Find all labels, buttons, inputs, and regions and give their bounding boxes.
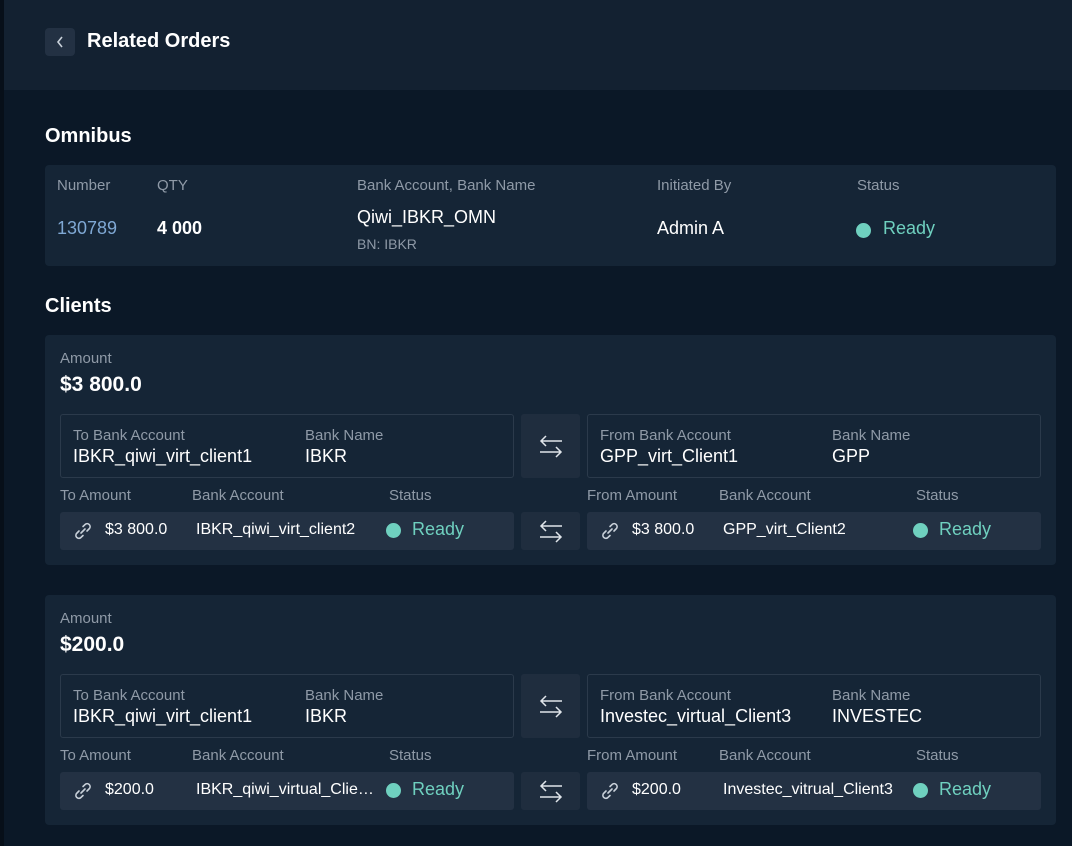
link-icon[interactable] (599, 521, 621, 546)
to-bank-name-label: Bank Name (305, 687, 384, 704)
initiated-by-value: Admin A (657, 218, 725, 238)
from-status-label: Status (916, 747, 959, 764)
amount-label: Amount (60, 610, 112, 627)
from-status-badge: Ready (939, 519, 992, 539)
number-header: Number (57, 177, 111, 194)
initiated-header: Initiated By (657, 177, 732, 194)
swap-button[interactable] (521, 772, 580, 810)
swap-arrows-icon (539, 520, 562, 543)
status-dot-icon (386, 523, 401, 538)
from-bank-name-value: INVESTEC (832, 706, 923, 726)
to-bank-account-label: To Bank Account (73, 427, 185, 444)
from-bank-name-value: GPP (832, 446, 871, 466)
to-amount-value: $200.0 (105, 781, 154, 798)
from-order-row: $3 800.0 GPP_virt_Client2 Ready (587, 512, 1041, 550)
qty-header: QTY (157, 177, 188, 194)
to-order-row: $3 800.0 IBKR_qiwi_virt_client2 Ready (60, 512, 514, 550)
from-status-badge: Ready (939, 779, 992, 799)
link-icon[interactable] (72, 521, 94, 546)
status-badge: Ready (883, 218, 936, 238)
status-header: Status (857, 177, 900, 194)
client-card: Amount $200.0 To Bank Account IBKR_qiwi_… (45, 595, 1056, 825)
to-account-label: Bank Account (192, 747, 284, 764)
to-bank-account-value: IBKR_qiwi_virt_client1 (73, 706, 253, 726)
to-account-label: Bank Account (192, 487, 284, 504)
to-account-value: IBKR_qiwi_virtual_Client3 (196, 781, 379, 798)
from-amount-value: $200.0 (632, 781, 681, 798)
to-bank-account-box: To Bank Account IBKR_qiwi_virt_client1 B… (60, 414, 514, 478)
page-title: Related Orders (87, 30, 231, 52)
to-bank-account-label: To Bank Account (73, 687, 185, 704)
status-dot-icon (856, 223, 871, 238)
from-bank-account-label: From Bank Account (600, 427, 731, 444)
swap-arrows-icon (539, 435, 562, 458)
from-bank-account-label: From Bank Account (600, 687, 731, 704)
to-status-badge: Ready (412, 779, 465, 799)
to-status-badge: Ready (412, 519, 465, 539)
to-account-value: IBKR_qiwi_virt_client2 (196, 521, 356, 538)
from-account-label: Bank Account (719, 747, 811, 764)
from-account-value: Investec_vitrual_Client3 (723, 781, 893, 798)
from-bank-account-value: GPP_virt_Client1 (600, 446, 739, 466)
link-icon[interactable] (72, 781, 94, 806)
from-amount-label: From Amount (587, 747, 678, 764)
swap-button[interactable] (521, 414, 580, 478)
amount-label: Amount (60, 350, 112, 367)
swap-arrows-icon (539, 780, 562, 803)
from-bank-account-box: From Bank Account GPP_virt_Client1 Bank … (587, 414, 1041, 478)
to-status-label: Status (389, 487, 432, 504)
to-bank-account-value: IBKR_qiwi_virt_client1 (73, 446, 253, 466)
window-edge (0, 0, 4, 846)
from-bank-account-box: From Bank Account Investec_virtual_Clien… (587, 674, 1041, 738)
status-dot-icon (913, 783, 928, 798)
back-button[interactable] (45, 28, 75, 56)
swap-arrows-icon (539, 695, 562, 718)
amount-value: $3 800.0 (60, 373, 142, 396)
order-number-link[interactable]: 130789 (57, 218, 117, 239)
to-bank-name-value: IBKR (305, 706, 348, 726)
from-account-label: Bank Account (719, 487, 811, 504)
page-header: Related Orders (4, 0, 1072, 90)
to-status-label: Status (389, 747, 432, 764)
from-amount-label: From Amount (587, 487, 678, 504)
to-bank-name-label: Bank Name (305, 427, 384, 444)
from-account-value: GPP_virt_Client2 (723, 521, 846, 538)
from-bank-name-label: Bank Name (832, 687, 911, 704)
status-dot-icon (386, 783, 401, 798)
from-amount-value: $3 800.0 (632, 521, 695, 538)
clients-title: Clients (45, 295, 112, 317)
to-amount-value: $3 800.0 (105, 521, 168, 538)
to-bank-account-box: To Bank Account IBKR_qiwi_virt_client1 B… (60, 674, 514, 738)
to-amount-label: To Amount (60, 487, 131, 504)
bank-name-value: BN: IBKR (357, 236, 417, 252)
from-bank-account-value: Investec_virtual_Client3 (600, 706, 792, 726)
from-bank-name-label: Bank Name (832, 427, 911, 444)
qty-value: 4 000 (157, 218, 203, 238)
to-order-row: $200.0 IBKR_qiwi_virtual_Client3 Ready (60, 772, 514, 810)
status-dot-icon (913, 523, 928, 538)
to-amount-label: To Amount (60, 747, 131, 764)
chevron-left-icon (56, 36, 63, 48)
swap-button[interactable] (521, 674, 580, 738)
from-order-row: $200.0 Investec_vitrual_Client3 Ready (587, 772, 1041, 810)
omnibus-title: Omnibus (45, 125, 132, 147)
from-status-label: Status (916, 487, 959, 504)
client-card: Amount $3 800.0 To Bank Account IBKR_qiw… (45, 335, 1056, 565)
link-icon[interactable] (599, 781, 621, 806)
bank-account-value: Qiwi_IBKR_OMN (357, 207, 497, 227)
swap-button[interactable] (521, 512, 580, 550)
amount-value: $200.0 (60, 633, 125, 656)
omnibus-card: Number QTY Bank Account, Bank Name Initi… (45, 165, 1056, 266)
bank-header: Bank Account, Bank Name (357, 177, 536, 194)
to-bank-name-value: IBKR (305, 446, 348, 466)
